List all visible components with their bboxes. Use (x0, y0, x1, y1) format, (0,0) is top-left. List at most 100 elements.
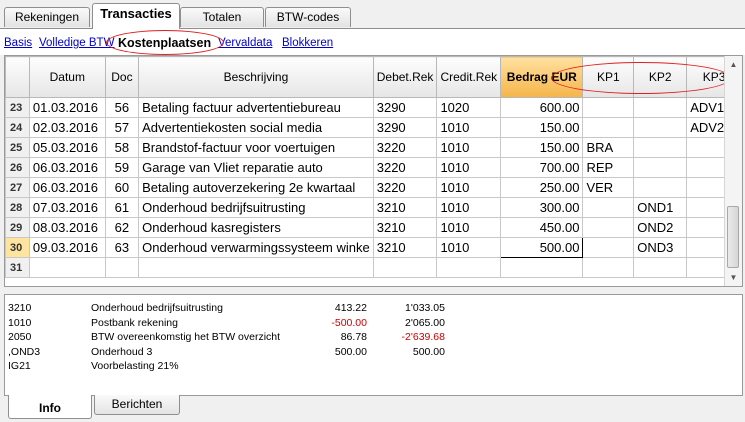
table-row[interactable]: 26 06.03.2016 59 Garage van Vliet reparatie… (5, 157, 742, 178)
table-row[interactable]: 24 02.03.2016 57 Advertentiekosten social m… (5, 117, 742, 138)
cell-credit-rek[interactable]: 1010 (436, 237, 502, 258)
cell-beschrijving[interactable]: Betaling factuur advertentiebureau (138, 97, 374, 118)
cell-credit-rek[interactable]: 1010 (436, 197, 502, 218)
cell-bedrag-eur[interactable]: 700.00 (500, 157, 584, 178)
header-kp2[interactable]: KP2 (633, 56, 688, 98)
cell-beschrijving[interactable] (138, 257, 374, 278)
cell-bedrag-eur[interactable]: 300.00 (500, 197, 584, 218)
cell-debet-rek[interactable] (372, 257, 438, 278)
tab-totalen[interactable]: Totalen (180, 7, 264, 27)
cell-debet-rek[interactable]: 3220 (372, 157, 438, 178)
cell-datum[interactable]: 05.03.2016 (28, 137, 106, 158)
table-row[interactable]: 23 01.03.2016 56 Betaling factuur advertent… (5, 97, 742, 118)
cell-datum[interactable]: 01.03.2016 (28, 97, 106, 118)
cell-doc[interactable]: 62 (104, 217, 140, 238)
table-row[interactable]: 25 05.03.2016 58 Brandstof-factuur voor voe… (5, 137, 742, 158)
cell-credit-rek[interactable]: 1020 (436, 97, 502, 118)
table-row[interactable]: 29 08.03.2016 62 Onderhoud kasregisters 3210… (5, 217, 742, 238)
view-blokkeren-link[interactable]: Blokkeren (282, 37, 333, 49)
view-vervaldata-link[interactable]: Vervaldata (218, 37, 272, 49)
cell-beschrijving[interactable]: Onderhoud bedrijfsuitrusting (138, 197, 374, 218)
cell-credit-rek[interactable]: 1010 (436, 117, 502, 138)
cell-bedrag-eur[interactable]: 450.00 (500, 217, 584, 238)
cell-kp2[interactable]: OND1 (633, 197, 688, 218)
cell-kp1[interactable] (582, 97, 635, 118)
cell-doc[interactable] (104, 257, 140, 278)
cell-bedrag-eur[interactable]: 250.00 (500, 177, 584, 198)
table-row[interactable]: 30 09.03.2016 63 Onderhoud verwarmingssyste… (5, 237, 742, 258)
cell-datum[interactable]: 06.03.2016 (28, 177, 106, 198)
cell-debet-rek[interactable]: 3290 (372, 117, 438, 138)
cell-kp2[interactable] (633, 117, 688, 138)
cell-doc[interactable]: 58 (104, 137, 140, 158)
cell-debet-rek[interactable]: 3290 (372, 97, 438, 118)
cell-doc[interactable]: 59 (104, 157, 140, 178)
cell-beschrijving[interactable]: Onderhoud kasregisters (138, 217, 374, 238)
cell-datum[interactable]: 06.03.2016 (28, 157, 106, 178)
cell-kp1[interactable]: VER (582, 177, 635, 198)
cell-bedrag-eur[interactable]: 150.00 (500, 117, 584, 138)
cell-credit-rek[interactable]: 1010 (436, 177, 502, 198)
header-beschrijving[interactable]: Beschrijving (138, 56, 374, 98)
cell-doc[interactable]: 61 (104, 197, 140, 218)
scroll-up-icon[interactable]: ▲ (725, 56, 742, 73)
cell-kp2[interactable]: OND3 (633, 237, 688, 258)
header-doc[interactable]: Doc (104, 56, 140, 98)
cell-doc[interactable]: 57 (104, 117, 140, 138)
cell-kp2[interactable] (633, 177, 688, 198)
cell-kp2[interactable] (633, 97, 688, 118)
cell-kp2[interactable]: OND2 (633, 217, 688, 238)
cell-kp2[interactable] (633, 257, 688, 278)
cell-bedrag-eur[interactable]: 500.00 (500, 237, 584, 258)
header-datum[interactable]: Datum (28, 56, 106, 98)
cell-credit-rek[interactable]: 1010 (436, 157, 502, 178)
cell-doc[interactable]: 63 (104, 237, 140, 258)
tab-rekeningen[interactable]: Rekeningen (4, 7, 90, 27)
cell-datum[interactable]: 02.03.2016 (28, 117, 106, 138)
table-vertical-scrollbar[interactable]: ▲ ▼ (724, 56, 742, 286)
cell-debet-rek[interactable]: 3210 (372, 197, 438, 218)
view-volledige-btw-link[interactable]: Volledige BTW (39, 37, 114, 49)
cell-datum[interactable]: 08.03.2016 (28, 217, 106, 238)
cell-debet-rek[interactable]: 3210 (372, 237, 438, 258)
cell-kp1[interactable] (582, 237, 635, 258)
cell-beschrijving[interactable]: Advertentiekosten social media (138, 117, 374, 138)
view-kostenplaatsen-link[interactable]: Kostenplaatsen (118, 36, 211, 50)
cell-kp1[interactable] (582, 217, 635, 238)
cell-credit-rek[interactable]: 1010 (436, 217, 502, 238)
cell-credit-rek[interactable] (436, 257, 502, 278)
tab-info[interactable]: Info (8, 395, 92, 419)
cell-kp1[interactable]: BRA (582, 137, 635, 158)
tab-btw-codes[interactable]: BTW-codes (265, 7, 351, 27)
cell-doc[interactable]: 60 (104, 177, 140, 198)
header-credit-rek[interactable]: Credit.Rek (436, 56, 502, 98)
cell-kp1[interactable]: REP (582, 157, 635, 178)
cell-beschrijving[interactable]: Onderhoud verwarmingssysteem winke (138, 237, 374, 258)
scroll-down-icon[interactable]: ▼ (725, 269, 742, 286)
cell-datum[interactable]: 09.03.2016 (28, 237, 106, 258)
scroll-thumb[interactable] (727, 206, 739, 268)
cell-bedrag-eur[interactable] (500, 257, 584, 278)
cell-doc[interactable]: 56 (104, 97, 140, 118)
view-basis-link[interactable]: Basis (4, 37, 32, 49)
tab-berichten[interactable]: Berichten (94, 395, 180, 415)
table-row[interactable]: 27 06.03.2016 60 Betaling autoverzekering 2… (5, 177, 742, 198)
header-kp1[interactable]: KP1 (582, 56, 635, 98)
cell-kp2[interactable] (633, 157, 688, 178)
cell-beschrijving[interactable]: Betaling autoverzekering 2e kwartaal (138, 177, 374, 198)
cell-kp1[interactable] (582, 197, 635, 218)
cell-debet-rek[interactable]: 3220 (372, 177, 438, 198)
cell-kp2[interactable] (633, 137, 688, 158)
cell-debet-rek[interactable]: 3210 (372, 217, 438, 238)
tab-transacties[interactable]: Transacties (92, 3, 180, 29)
cell-beschrijving[interactable]: Garage van Vliet reparatie auto (138, 157, 374, 178)
cell-kp1[interactable] (582, 117, 635, 138)
cell-beschrijving[interactable]: Brandstof-factuur voor voertuigen (138, 137, 374, 158)
cell-bedrag-eur[interactable]: 600.00 (500, 97, 584, 118)
header-debet-rek[interactable]: Debet.Rek (372, 56, 438, 98)
cell-datum[interactable] (28, 257, 106, 278)
cell-debet-rek[interactable]: 3220 (372, 137, 438, 158)
cell-kp1[interactable] (582, 257, 635, 278)
table-row[interactable]: 31 (5, 257, 742, 278)
header-bedrag-eur[interactable]: Bedrag EUR (500, 56, 584, 98)
